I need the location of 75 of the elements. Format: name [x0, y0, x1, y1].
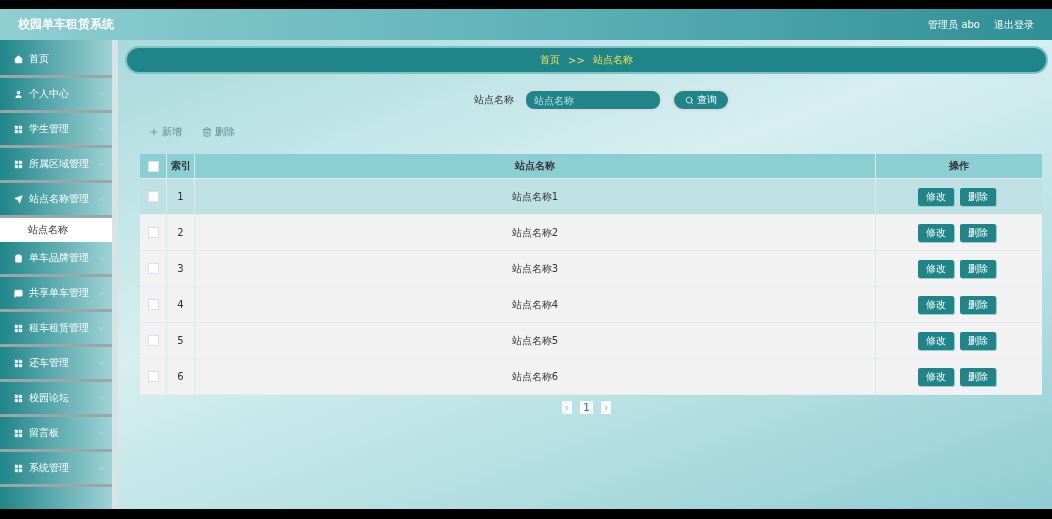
delete-button[interactable]: 删除	[960, 331, 996, 350]
grid-icon	[14, 463, 23, 473]
sidebar-item[interactable]: 单车品牌管理	[0, 242, 112, 277]
table-cell: 站点名称3	[195, 251, 876, 286]
table-cell: 1	[167, 179, 195, 214]
table-cell: 4	[167, 287, 195, 322]
chat-icon	[14, 288, 23, 298]
search-field[interactable]: 站点名称	[523, 89, 662, 111]
edit-button[interactable]: 修改	[918, 259, 954, 278]
edit-button[interactable]: 修改	[918, 331, 954, 350]
checkbox[interactable]	[147, 371, 159, 382]
column-header: 索引	[167, 154, 195, 178]
checkbox[interactable]	[147, 299, 159, 310]
sidebar-item[interactable]: 系统管理	[0, 452, 112, 487]
add-button[interactable]: 新增	[149, 125, 182, 139]
search-label: 站点名称	[473, 93, 514, 107]
breadcrumb-separator: >>	[568, 54, 585, 66]
app-title: 校园单车租赁系统	[18, 16, 114, 33]
grid-icon	[14, 159, 23, 169]
table-cell: 站点名称4	[195, 287, 876, 322]
send-icon	[14, 194, 23, 204]
clipboard-icon	[14, 253, 23, 263]
submenu-item[interactable]: 站点名称	[0, 218, 112, 242]
prev-page-button[interactable]: ‹	[561, 401, 572, 414]
sidebar-item[interactable]: 首页	[0, 43, 112, 78]
next-page-button[interactable]: ›	[601, 401, 612, 414]
column-header: 操作	[948, 159, 970, 173]
plus-icon	[149, 127, 159, 137]
grid-icon	[14, 428, 23, 438]
table-cell: 站点名称6	[195, 359, 876, 394]
grid-icon	[14, 393, 23, 403]
sidebar-item[interactable]: 所属区域管理	[0, 148, 112, 183]
checkbox[interactable]	[147, 160, 159, 172]
breadcrumb-current: 站点名称	[592, 53, 633, 67]
sidebar-item[interactable]: 租车租赁管理	[0, 312, 112, 347]
delete-button[interactable]: 删除	[960, 367, 996, 386]
delete-button[interactable]: 删除	[960, 259, 996, 278]
checkbox[interactable]	[147, 191, 159, 202]
delete-button[interactable]: 删除	[960, 295, 996, 314]
user-name[interactable]: 管理员 abo	[928, 17, 980, 32]
edit-button[interactable]: 修改	[918, 367, 954, 386]
table-cell: 站点名称1	[195, 179, 876, 214]
table-cell: 6	[167, 359, 195, 394]
sidebar-item[interactable]: 还车管理	[0, 347, 112, 382]
table-cell: 3	[167, 251, 195, 286]
checkbox[interactable]	[147, 263, 159, 274]
grid-icon	[14, 124, 23, 134]
logout-link[interactable]: 退出登录	[994, 17, 1034, 32]
trash-icon	[202, 127, 212, 137]
sidebar-item[interactable]: 共享单车管理	[0, 277, 112, 312]
sidebar-item[interactable]: 个人中心	[0, 78, 112, 113]
delete-button[interactable]: 删除	[960, 187, 996, 206]
checkbox[interactable]	[147, 227, 159, 238]
table-cell: 5	[167, 323, 195, 358]
checkbox[interactable]	[147, 335, 159, 346]
sidebar-item[interactable]: 学生管理	[0, 113, 112, 148]
delete-button[interactable]: 删除	[202, 125, 235, 139]
edit-button[interactable]: 修改	[918, 187, 954, 206]
delete-button[interactable]: 删除	[960, 223, 996, 242]
search-icon	[684, 95, 694, 105]
column-header: 站点名称	[195, 154, 876, 178]
table-cell: 站点名称5	[195, 323, 876, 358]
search-button[interactable]: 查询	[671, 89, 730, 111]
user-icon	[14, 89, 23, 99]
table-cell: 站点名称2	[195, 215, 876, 250]
edit-button[interactable]: 修改	[918, 223, 954, 242]
breadcrumb-link[interactable]: 首页	[540, 53, 561, 67]
home-icon	[14, 54, 23, 64]
sidebar-item[interactable]: 留言板	[0, 417, 112, 452]
page-button[interactable]: 1	[580, 401, 593, 414]
grid-icon	[14, 323, 23, 333]
grid-icon	[14, 358, 23, 368]
sidebar-item[interactable]: 校园论坛	[0, 382, 112, 417]
edit-button[interactable]: 修改	[918, 295, 954, 314]
table-cell: 2	[167, 215, 195, 250]
